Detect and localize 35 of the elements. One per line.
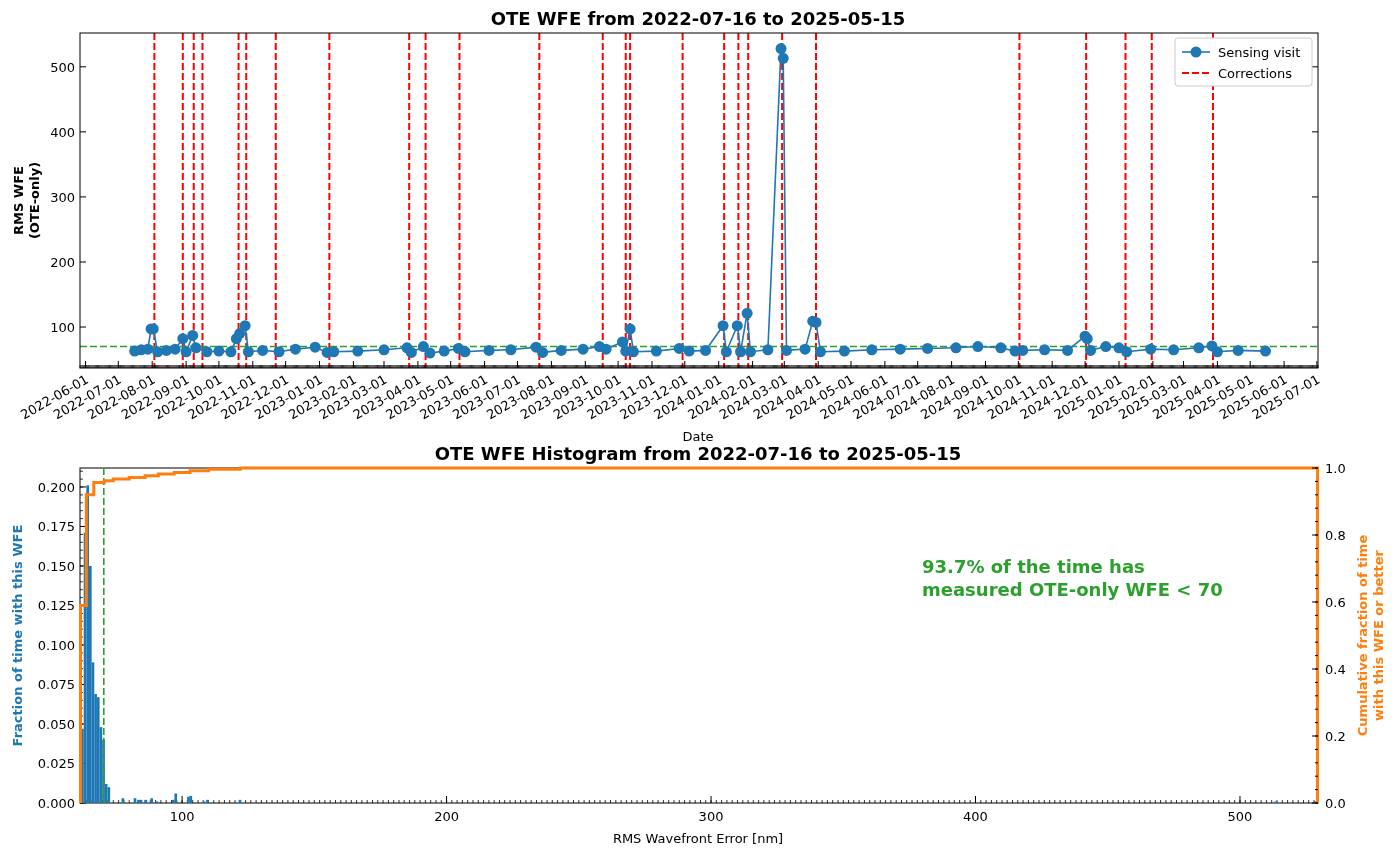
axis-tick-label: 0.200 — [37, 479, 75, 495]
axis-tick-label: 200 — [434, 809, 459, 824]
axis-tick-label: 100 — [50, 320, 75, 335]
axis-title: RMS WFE (OTE-only) — [11, 161, 43, 240]
axis-tick-label: 400 — [963, 809, 988, 824]
axis-tick-label: 0.8 — [1325, 528, 1346, 543]
legend-label: Corrections — [1218, 66, 1293, 81]
axis-tick-label: 0.4 — [1325, 662, 1346, 677]
axis-title: RMS Wavefront Error [nm] — [612, 831, 784, 846]
axis-tick-label: 0.150 — [37, 558, 75, 574]
axis-tick-label: 500 — [1227, 809, 1253, 824]
axis-title: Cumulative fraction of time with this WFE or better — [1355, 534, 1387, 737]
axis-tick-label: 200 — [50, 254, 75, 270]
axis-tick-label: 1.0 — [1325, 461, 1346, 476]
axis-tick-label: 400 — [50, 124, 75, 140]
axis-tick-label: 0.125 — [37, 598, 75, 614]
annotation-text: 93.7% of the time has measured OTE-only WFE < 70 — [922, 556, 1223, 601]
axis-tick-label: 0.6 — [1325, 595, 1346, 610]
legend-label: Sensing visit — [1218, 45, 1301, 60]
chart-title: OTE WFE from 2022-07-16 to 2025-05-15 — [490, 8, 906, 29]
chart-title: OTE WFE Histogram from 2022-07-16 to 2025-05-15 — [434, 444, 962, 464]
axis-tick-label: 500 — [50, 59, 75, 75]
axis-tick-label: 100 — [169, 809, 195, 824]
axis-title: Date — [682, 429, 714, 444]
axis-tick-label: 0.075 — [37, 677, 75, 693]
axis-tick-label: 0.100 — [37, 638, 75, 653]
axis-tick-label: 0.175 — [37, 519, 75, 535]
axis-tick-label: 0.000 — [37, 796, 75, 811]
axis-tick-label: 300 — [698, 809, 724, 824]
axis-tick-label: 0.2 — [1325, 729, 1346, 744]
axis-tick-label: 0.025 — [37, 756, 75, 772]
axis-tick-label: 300 — [50, 189, 75, 205]
axis-tick-label: 0.0 — [1325, 796, 1346, 811]
axis-title: Fraction of time with this WFE — [10, 524, 25, 747]
axis-tick-label: 0.050 — [37, 717, 75, 732]
